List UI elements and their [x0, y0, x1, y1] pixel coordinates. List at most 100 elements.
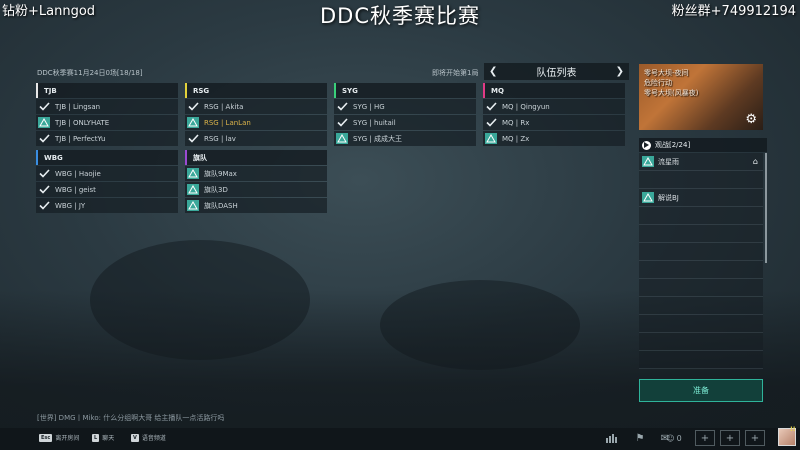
- player-name: 旗队3D: [204, 185, 228, 194]
- check-icon: [36, 185, 52, 194]
- player-name: WBG | geist: [55, 185, 96, 194]
- chevron-right-icon[interactable]: ❯: [616, 66, 624, 77]
- player-row[interactable]: TJB | PerfectYu: [36, 131, 178, 146]
- player-name: RSG | lav: [204, 134, 236, 143]
- spectator-slot[interactable]: 流星雨 ⌂: [639, 153, 763, 171]
- check-icon: [185, 134, 201, 143]
- team-block: TJB TJB | Lingsan TJB | ONLYHATE TJB | Perf…: [36, 83, 178, 146]
- team-header: MQ: [483, 83, 625, 98]
- check-icon: [483, 118, 499, 127]
- spectator-slot[interactable]: [639, 225, 763, 243]
- player-row[interactable]: 旗队DASH: [185, 198, 327, 213]
- spectator-slot[interactable]: [639, 171, 763, 189]
- player-row[interactable]: RSG | LanLan: [185, 115, 327, 130]
- leave-room-hint[interactable]: Esc 离开房间: [39, 433, 79, 442]
- chat-label: 聊天: [102, 435, 115, 442]
- warning-icon: [334, 133, 350, 144]
- warning-icon: [641, 192, 655, 203]
- check-icon: [334, 118, 350, 127]
- l-key: L: [92, 433, 100, 442]
- warning-icon: [185, 200, 201, 211]
- chat-hint[interactable]: L 聊天: [92, 433, 114, 442]
- check-icon: [36, 169, 52, 178]
- player-name: MQ | Qingyun: [502, 102, 550, 111]
- map-mode-card[interactable]: 零号大坝-夜间 危险行动 零号大坝(风暴夜) ⚙: [639, 64, 763, 130]
- chevron-left-icon[interactable]: ❮: [489, 66, 497, 77]
- player-name: MQ | Rx: [502, 118, 530, 127]
- team-header: SYG: [334, 83, 476, 98]
- player-row[interactable]: SYG | 成成大王: [334, 131, 476, 146]
- team-header: TJB: [36, 83, 178, 98]
- flag-icon[interactable]: ⚑: [630, 430, 650, 446]
- match-info: DDC秋季赛11月24日0场[18/18]: [37, 69, 143, 77]
- team-header: RSG: [185, 83, 327, 98]
- team-block: 旗队 旗队9Max 旗队3D 旗队DASH: [185, 150, 327, 213]
- warning-icon: [483, 133, 499, 144]
- play-icon: [642, 140, 651, 150]
- spectator-slot[interactable]: 解说BJ: [639, 189, 763, 207]
- team-header: WBG: [36, 150, 178, 165]
- warning-icon: [641, 156, 655, 167]
- add-slot-button[interactable]: +: [745, 430, 765, 446]
- player-row[interactable]: WBG | geist: [36, 182, 178, 197]
- spectator-slot[interactable]: [639, 243, 763, 261]
- player-row[interactable]: 旗队9Max: [185, 166, 327, 181]
- friends-glyph: ☺: [666, 433, 675, 443]
- spectate-header[interactable]: 观战[2/24]: [639, 138, 767, 152]
- team-block: MQ MQ | Qingyun MQ | Rx MQ | Zx: [483, 83, 625, 146]
- player-name: WBG | JY: [55, 201, 86, 210]
- gear-icon[interactable]: ⚙: [745, 113, 757, 126]
- friends-icon[interactable]: ☺ 0: [662, 430, 686, 446]
- spectator-slot[interactable]: [639, 333, 763, 351]
- player-name: WBG | Haojie: [55, 169, 101, 178]
- team-block: SYG SYG | HG SYG | huitail SYG | 成成大王: [334, 83, 476, 146]
- warning-icon: [185, 117, 201, 128]
- player-row[interactable]: RSG | lav: [185, 131, 327, 146]
- spectator-slot[interactable]: [639, 207, 763, 225]
- stats-icon[interactable]: [602, 430, 622, 446]
- player-row[interactable]: 旗队3D: [185, 182, 327, 197]
- player-name: SYG | 成成大王: [353, 134, 402, 143]
- player-row[interactable]: WBG | JY: [36, 198, 178, 213]
- add-party-button[interactable]: +: [720, 430, 740, 446]
- stream-overlay-right: 粉丝群+749912194: [671, 4, 796, 19]
- add-friend-button[interactable]: +: [695, 430, 715, 446]
- team-block: RSG RSG | Akita RSG | LanLan RSG | lav: [185, 83, 327, 146]
- spectate-panel: 观战[2/24] 流星雨 ⌂ 解说BJ: [639, 138, 767, 369]
- warning-icon: [185, 168, 201, 179]
- player-row[interactable]: TJB | ONLYHATE: [36, 115, 178, 130]
- spectator-slot[interactable]: [639, 315, 763, 333]
- player-row[interactable]: MQ | Zx: [483, 131, 625, 146]
- spectate-title: 观战[2/24]: [655, 141, 691, 149]
- spectate-list: 流星雨 ⌂ 解说BJ: [639, 153, 763, 369]
- map-variant: 零号大坝(风暴夜): [644, 89, 699, 97]
- avatar-badge: !!: [790, 426, 796, 433]
- player-name: TJB | PerfectYu: [55, 134, 106, 143]
- player-row[interactable]: TJB | Lingsan: [36, 99, 178, 114]
- check-icon: [483, 102, 499, 111]
- player-row[interactable]: RSG | Akita: [185, 99, 327, 114]
- scrollbar[interactable]: [765, 153, 767, 263]
- check-icon: [36, 134, 52, 143]
- player-row[interactable]: WBG | Haojie: [36, 166, 178, 181]
- spectator-slot[interactable]: [639, 279, 763, 297]
- spectator-slot[interactable]: [639, 261, 763, 279]
- spectator-slot[interactable]: [639, 351, 763, 369]
- player-row[interactable]: MQ | Rx: [483, 115, 625, 130]
- spectator-name: 流星雨: [658, 157, 679, 166]
- team-block: WBG WBG | Haojie WBG | geist WBG | JY: [36, 150, 178, 213]
- team-header: 旗队: [185, 150, 327, 165]
- team-list-header: ❮ 队伍列表 ❯: [484, 63, 629, 80]
- player-row[interactable]: SYG | HG: [334, 99, 476, 114]
- player-row[interactable]: SYG | huitail: [334, 115, 476, 130]
- player-name: 旗队DASH: [204, 201, 238, 210]
- player-name: TJB | Lingsan: [55, 102, 101, 111]
- player-row[interactable]: MQ | Qingyun: [483, 99, 625, 114]
- voice-hint[interactable]: V 语音频道: [131, 433, 166, 442]
- player-name: RSG | LanLan: [204, 118, 251, 127]
- spectator-slot[interactable]: [639, 297, 763, 315]
- player-name: TJB | ONLYHATE: [55, 118, 110, 127]
- ready-button[interactable]: 准备: [639, 379, 763, 402]
- spectator-name: 解说BJ: [658, 193, 679, 202]
- map-name: 零号大坝-夜间: [644, 69, 689, 77]
